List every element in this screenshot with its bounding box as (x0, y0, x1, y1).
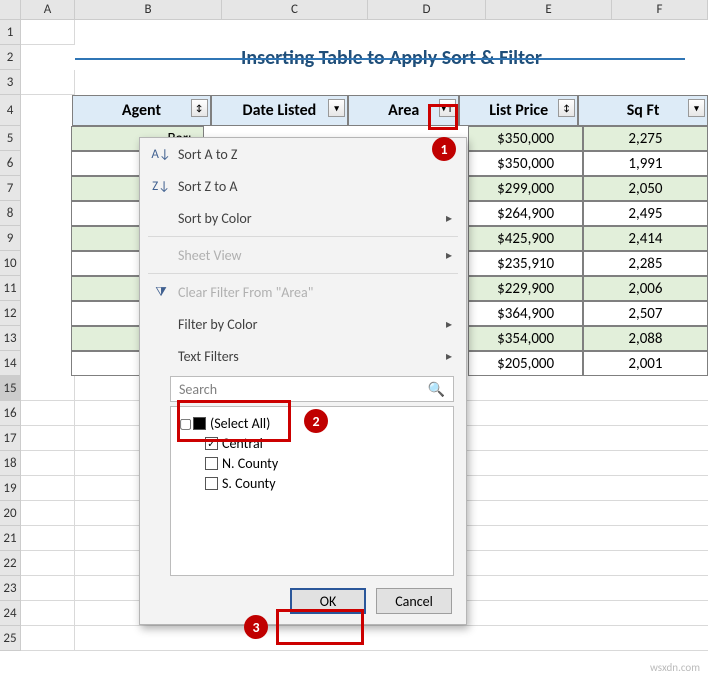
highlight-3 (276, 609, 364, 645)
cell-sqft[interactable]: 2,275 (583, 126, 708, 151)
row-2[interactable]: 2 (0, 45, 21, 70)
search-input[interactable]: Search 🔍 (170, 376, 454, 402)
row-4[interactable]: 4 (0, 95, 21, 126)
badge-2: 2 (304, 409, 328, 433)
cell-price[interactable]: $425,900 (468, 226, 582, 251)
filter-btn-date[interactable]: ▾ (328, 99, 345, 117)
col-c[interactable]: C (222, 0, 368, 20)
col-d[interactable]: D (368, 0, 486, 20)
row-19[interactable]: 19 (0, 476, 21, 501)
cell-sqft[interactable]: 2,050 (583, 176, 708, 201)
row-14[interactable]: 14 (0, 351, 21, 376)
filter-menu: A↓ Sort A to Z Z↓ Sort Z to A Sort by Co… (139, 137, 467, 625)
row-20[interactable]: 20 (0, 501, 21, 526)
separator (148, 236, 458, 237)
header-agent: Agent ↕ (72, 95, 210, 126)
row-18[interactable]: 18 (0, 451, 21, 476)
text-filters[interactable]: Text Filters ▸ (140, 340, 466, 372)
row-6[interactable]: 6 (0, 151, 21, 176)
row-13[interactable]: 13 (0, 326, 21, 351)
cell-sqft[interactable]: 2,006 (583, 276, 708, 301)
row-24[interactable]: 24 (0, 601, 21, 626)
row-17[interactable]: 17 (0, 426, 21, 451)
chevron-right-icon: ▸ (446, 317, 452, 332)
col-b[interactable]: B (75, 0, 222, 20)
chevron-right-icon: ▸ (446, 248, 452, 263)
row-25[interactable]: 25 (0, 626, 21, 651)
col-f[interactable]: F (612, 0, 708, 20)
filter-btn-sqft[interactable]: ▾ (688, 99, 705, 117)
row-11[interactable]: 11 (0, 276, 21, 301)
row-15[interactable]: 15 (0, 376, 21, 401)
cell-price[interactable]: $229,900 (468, 276, 582, 301)
row-5[interactable]: 5 (0, 126, 21, 151)
option-ncounty[interactable]: N. County (179, 453, 445, 473)
cell-sqft[interactable]: 1,991 (583, 151, 708, 176)
chevron-right-icon: ▸ (446, 349, 452, 364)
header-price: List Price ↕ (459, 95, 578, 126)
sort-by-color[interactable]: Sort by Color ▸ (140, 202, 466, 234)
sheet-view: Sheet View ▸ (140, 239, 466, 271)
sort-za[interactable]: Z↓ Sort Z to A (140, 170, 466, 202)
option-scounty[interactable]: S. County (179, 473, 445, 493)
sort-za-icon: Z↓ (150, 179, 172, 194)
header-sqft: Sq Ft ▾ (578, 95, 708, 126)
select-all-cell[interactable] (0, 0, 21, 20)
sort-az-icon: A↓ (150, 147, 172, 162)
row-3[interactable]: 3 (0, 70, 21, 95)
clear-filter: ⧩ Clear Filter From "Area" (140, 276, 466, 308)
col-headers: A B C D E F (0, 0, 708, 20)
row-16[interactable]: 16 (0, 401, 21, 426)
cell-price[interactable]: $350,000 (468, 151, 582, 176)
cell-sqft[interactable]: 2,414 (583, 226, 708, 251)
cell-price[interactable]: $205,000 (468, 351, 582, 376)
title-underline (75, 58, 685, 60)
chevron-right-icon: ▸ (446, 211, 452, 226)
funnel-clear-icon: ⧩ (150, 285, 172, 300)
cell-price[interactable]: $299,000 (468, 176, 582, 201)
row-12[interactable]: 12 (0, 301, 21, 326)
row-1[interactable]: 1 (0, 20, 21, 45)
filter-btn-agent[interactable]: ↕ (191, 99, 208, 117)
cell-sqft[interactable]: 2,507 (583, 301, 708, 326)
row-22[interactable]: 22 (0, 551, 21, 576)
cell-sqft[interactable]: 2,001 (583, 351, 708, 376)
row-21[interactable]: 21 (0, 526, 21, 551)
badge-1: 1 (432, 137, 456, 161)
filter-btn-price[interactable]: ↕ (558, 99, 575, 117)
cell-price[interactable]: $364,900 (468, 301, 582, 326)
row-7[interactable]: 7 (0, 176, 21, 201)
col-e[interactable]: E (486, 0, 612, 20)
cell-price[interactable]: $235,910 (468, 251, 582, 276)
header-date: Date Listed ▾ (211, 95, 348, 126)
checkbox-unchecked[interactable] (205, 457, 218, 470)
checkbox-unchecked[interactable] (205, 477, 218, 490)
col-a[interactable]: A (21, 0, 75, 20)
cell-price[interactable]: $354,000 (468, 326, 582, 351)
highlight-2 (177, 400, 291, 442)
cancel-button[interactable]: Cancel (376, 588, 452, 614)
cell-sqft[interactable]: 2,088 (583, 326, 708, 351)
watermark: wsxdn.com (650, 661, 700, 674)
filter-by-color[interactable]: Filter by Color ▸ (140, 308, 466, 340)
row-10[interactable]: 10 (0, 251, 21, 276)
cell-price[interactable]: $264,900 (468, 201, 582, 226)
cell-sqft[interactable]: 2,285 (583, 251, 708, 276)
sort-az[interactable]: A↓ Sort A to Z (140, 138, 466, 170)
row-23[interactable]: 23 (0, 576, 21, 601)
badge-3: 3 (244, 615, 268, 639)
cell-price[interactable]: $350,000 (468, 126, 582, 151)
row-9[interactable]: 9 (0, 226, 21, 251)
separator (148, 273, 458, 274)
highlight-1 (428, 104, 458, 130)
search-icon: 🔍 (428, 381, 445, 398)
row-8[interactable]: 8 (0, 201, 21, 226)
cell-sqft[interactable]: 2,495 (583, 201, 708, 226)
